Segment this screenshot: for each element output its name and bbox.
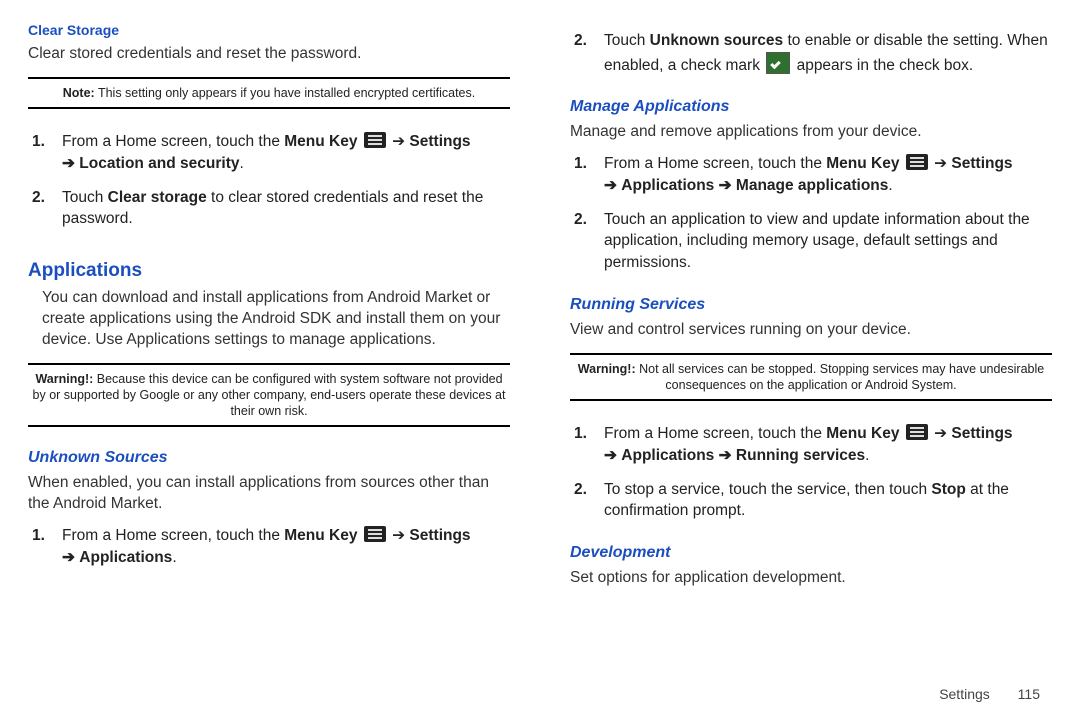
warning-lead: Warning!: xyxy=(35,372,93,386)
unknown-sources-label: Unknown sources xyxy=(650,32,784,49)
step-number: 1. xyxy=(32,525,45,547)
menu-key-label: Menu Key xyxy=(284,527,357,544)
list-item: 1. From a Home screen, touch the Menu Ke… xyxy=(604,153,1052,196)
applications-desc: You can download and install application… xyxy=(28,288,510,351)
arrow-icon: ➔ xyxy=(604,177,621,194)
warning-lead: Warning!: xyxy=(578,362,636,376)
step-number: 1. xyxy=(574,423,587,445)
warning-box-apps: Warning!: Because this device can be con… xyxy=(28,363,510,428)
menu-key-label: Menu Key xyxy=(826,425,899,442)
list-item: 2. To stop a service, touch the service,… xyxy=(604,479,1052,522)
nav-settings: Settings xyxy=(951,155,1012,172)
step-text: From a Home screen, touch the xyxy=(62,527,284,544)
step-number: 2. xyxy=(574,479,587,501)
right-column: 2. Touch Unknown sources to enable or di… xyxy=(570,20,1052,680)
note-text: This setting only appears if you have in… xyxy=(95,86,476,100)
menu-key-icon xyxy=(364,526,386,542)
step-number: 1. xyxy=(32,131,45,153)
dot: . xyxy=(888,177,892,194)
note-box-clear-storage: Note: This setting only appears if you h… xyxy=(28,77,510,109)
menu-key-label: Menu Key xyxy=(284,133,357,150)
development-desc: Set options for application development. xyxy=(570,568,1052,589)
step-text: appears in the check box. xyxy=(792,57,973,74)
list-item: 2. Touch an application to view and upda… xyxy=(604,209,1052,274)
arrow-icon: ➔ xyxy=(930,425,952,442)
dot: . xyxy=(865,447,869,464)
clear-storage-desc: Clear stored credentials and reset the p… xyxy=(28,44,510,65)
clear-storage-steps: 1. From a Home screen, touch the Menu Ke… xyxy=(28,131,510,242)
arrow-icon: ➔ xyxy=(388,133,410,150)
nav-applications: Applications xyxy=(621,447,714,464)
step-text: Touch an application to view and update … xyxy=(604,211,1030,271)
footer-page-number: 115 xyxy=(1018,686,1040,702)
heading-applications: Applications xyxy=(28,260,510,282)
note-lead: Note: xyxy=(63,86,95,100)
arrow-icon: ➔ xyxy=(604,447,621,464)
heading-unknown-sources: Unknown Sources xyxy=(28,449,510,467)
step-text: To stop a service, touch the service, th… xyxy=(604,481,931,498)
unknown-sources-steps-cont: 2. Touch Unknown sources to enable or di… xyxy=(570,30,1052,88)
page: Clear Storage Clear stored credentials a… xyxy=(0,0,1080,720)
step-text: From a Home screen, touch the xyxy=(604,425,826,442)
heading-manage-apps: Manage Applications xyxy=(570,98,1052,116)
step-text: Touch xyxy=(604,32,650,49)
running-services-steps: 1. From a Home screen, touch the Menu Ke… xyxy=(570,423,1052,534)
stop-label: Stop xyxy=(931,481,965,498)
menu-key-icon xyxy=(906,424,928,440)
arrow-icon: ➔ xyxy=(62,549,79,566)
arrow-icon: ➔ xyxy=(714,177,736,194)
nav-manage-apps: Manage applications xyxy=(736,177,888,194)
dot: . xyxy=(240,155,244,172)
running-services-desc: View and control services running on you… xyxy=(570,320,1052,341)
manage-apps-desc: Manage and remove applications from your… xyxy=(570,122,1052,143)
list-item: 1. From a Home screen, touch the Menu Ke… xyxy=(604,423,1052,466)
menu-key-icon xyxy=(906,154,928,170)
nav-running-services: Running services xyxy=(736,447,865,464)
heading-running-services: Running Services xyxy=(570,296,1052,314)
menu-key-icon xyxy=(364,132,386,148)
step-number: 1. xyxy=(574,153,587,175)
arrow-icon: ➔ xyxy=(930,155,952,172)
nav-applications: Applications xyxy=(79,549,172,566)
step-number: 2. xyxy=(574,30,587,52)
step-text: From a Home screen, touch the xyxy=(604,155,826,172)
nav-settings: Settings xyxy=(409,527,470,544)
manage-apps-steps: 1. From a Home screen, touch the Menu Ke… xyxy=(570,153,1052,285)
list-item: 1. From a Home screen, touch the Menu Ke… xyxy=(62,131,510,174)
heading-development: Development xyxy=(570,544,1052,562)
footer-section: Settings xyxy=(939,686,990,702)
clear-storage-label: Clear storage xyxy=(108,189,207,206)
menu-key-label: Menu Key xyxy=(826,155,899,172)
arrow-icon: ➔ xyxy=(714,447,736,464)
arrow-icon: ➔ xyxy=(388,527,410,544)
left-column: Clear Storage Clear stored credentials a… xyxy=(28,20,510,680)
nav-settings: Settings xyxy=(951,425,1012,442)
list-item: 2. Touch Unknown sources to enable or di… xyxy=(604,30,1052,76)
dot: . xyxy=(172,549,176,566)
nav-location-security: Location and security xyxy=(79,155,239,172)
step-number: 2. xyxy=(574,209,587,231)
list-item: 1. From a Home screen, touch the Menu Ke… xyxy=(62,525,510,568)
nav-applications: Applications xyxy=(621,177,714,194)
warning-box-running: Warning!: Not all services can be stoppe… xyxy=(570,353,1052,402)
unknown-sources-desc: When enabled, you can install applicatio… xyxy=(28,473,510,515)
step-text: From a Home screen, touch the xyxy=(62,133,284,150)
checkmark-icon xyxy=(766,52,790,74)
page-footer: Settings 115 xyxy=(939,686,1040,702)
warning-text: Not all services can be stopped. Stoppin… xyxy=(636,362,1045,392)
arrow-icon: ➔ xyxy=(62,155,79,172)
nav-settings: Settings xyxy=(409,133,470,150)
unknown-sources-steps: 1. From a Home screen, touch the Menu Ke… xyxy=(28,525,510,580)
step-number: 2. xyxy=(32,187,45,209)
list-item: 2. Touch Clear storage to clear stored c… xyxy=(62,187,510,230)
warning-text: Because this device can be configured wi… xyxy=(33,372,506,419)
step-text: Touch xyxy=(62,189,108,206)
heading-clear-storage: Clear Storage xyxy=(28,22,510,38)
